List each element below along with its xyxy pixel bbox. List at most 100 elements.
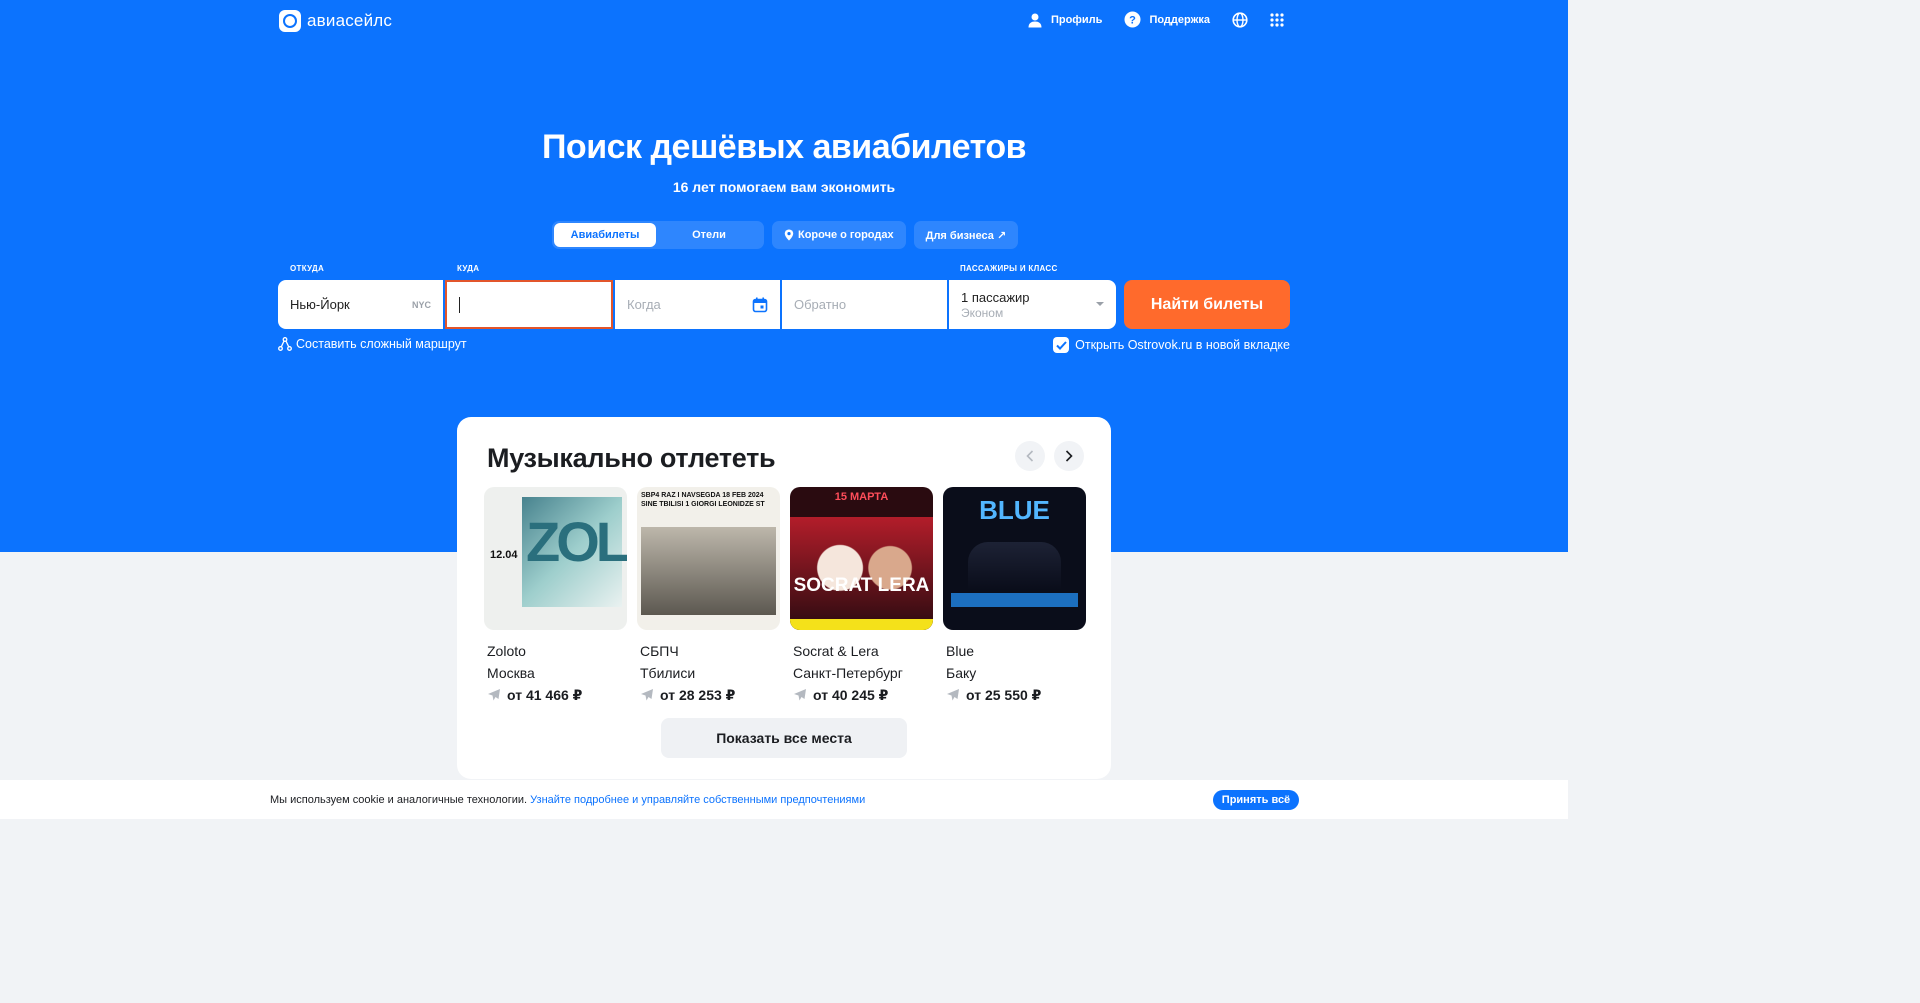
plane-icon: [641, 689, 653, 701]
events-title: Музыкально отлететь: [487, 443, 776, 473]
text-caret: [459, 296, 460, 313]
poster-photo: [641, 527, 776, 615]
help-icon: ?: [1124, 11, 1141, 28]
event-card[interactable]: 15 МАРТА SOCRAT LERA Socrat & Lera Санкт…: [790, 487, 933, 706]
return-date-field[interactable]: Обратно: [782, 280, 947, 329]
tab-business[interactable]: Для бизнеса ↗: [913, 221, 1019, 249]
to-field[interactable]: [445, 280, 613, 329]
departure-date-field[interactable]: Когда: [615, 280, 780, 329]
from-field[interactable]: Нью-Йорк NYC: [278, 280, 443, 329]
travel-class: Эконом: [961, 305, 1004, 320]
poster-photo: [968, 542, 1061, 590]
route-icon: [278, 337, 292, 351]
language-button[interactable]: [1232, 11, 1248, 28]
globe-icon: [1232, 11, 1248, 28]
from-label: ОТКУДА: [290, 264, 325, 273]
event-city: Санкт-Петербург: [793, 665, 903, 681]
plane-icon: [947, 689, 959, 701]
event-price: от 40 245 ₽: [790, 684, 933, 706]
poster-band: [790, 619, 933, 630]
event-city: Тбилиси: [640, 665, 696, 681]
carousel-prev-button[interactable]: [1015, 441, 1045, 471]
tab-cities[interactable]: Короче о городах: [772, 221, 906, 249]
passengers-select[interactable]: 1 пассажир Эконом: [949, 280, 1116, 329]
music-events-card: Музыкально отлететь ZOLOTO 12.04 Zoloto …: [457, 417, 1111, 779]
event-poster: 15 МАРТА SOCRAT LERA: [790, 487, 933, 630]
support-link[interactable]: ? Поддержка: [1124, 11, 1210, 28]
logo-text: авиасейлс: [307, 11, 393, 30]
poster-headline: ZOLOTO: [526, 510, 627, 573]
svg-text:?: ?: [1130, 15, 1137, 27]
ostrovok-toggle[interactable]: Открыть Ostrovok.ru в новой вкладке: [1053, 337, 1290, 353]
event-city: Баку: [946, 665, 977, 681]
from-code: NYC: [411, 299, 431, 310]
passengers-count: 1 пассажир: [961, 289, 1030, 305]
events-carousel: ZOLOTO 12.04 Zoloto Москва от 41 466 ₽ S…: [484, 487, 1086, 706]
page-title: Поиск дешёвых авиабилетов: [541, 128, 1027, 166]
ostrovok-label: Открыть Ostrovok.ru в новой вкладке: [1075, 338, 1290, 352]
search-form: Нью-Йорк NYC Когда Обратно 1 пассажир Эк…: [278, 280, 1116, 329]
departure-date-placeholder: Когда: [627, 297, 661, 312]
tab-hotels[interactable]: Отели: [656, 223, 762, 247]
apps-menu-button[interactable]: [1270, 12, 1284, 27]
cookie-text: Мы используем cookie и аналогичные техно…: [270, 794, 865, 806]
poster-date: 12.04: [490, 549, 518, 561]
poster-date: 15 МАРТА: [834, 491, 889, 503]
accept-cookies-button[interactable]: Принять всё: [1213, 790, 1299, 810]
search-button[interactable]: Найти билеты: [1124, 280, 1290, 329]
event-price-value: от 40 245 ₽: [813, 687, 889, 703]
event-price-value: от 25 550 ₽: [966, 687, 1042, 703]
tab-flights[interactable]: Авиабилеты: [554, 223, 656, 247]
event-name: Zoloto: [487, 643, 526, 659]
complex-route-link[interactable]: Составить сложный маршрут: [278, 337, 467, 351]
event-name: Blue: [946, 643, 975, 659]
user-icon: [1028, 13, 1042, 27]
carousel-next-button[interactable]: [1054, 441, 1084, 471]
chevron-right-icon: [1065, 450, 1073, 462]
profile-link[interactable]: Профиль: [1027, 12, 1102, 28]
cookie-banner: Мы используем cookie и аналогичные техно…: [0, 780, 1568, 819]
event-poster: SBP4 RAZ I NAVSEGDA 18 FEB 2024 SINE TBI…: [637, 487, 780, 630]
cookie-settings-link[interactable]: Узнайте подробнее и управляйте собственн…: [530, 794, 865, 806]
support-label: Поддержка: [1149, 13, 1210, 26]
pax-label: ПАССАЖИРЫ И КЛАСС: [960, 264, 1058, 273]
grid-icon: [1270, 12, 1284, 27]
chevron-left-icon: [1026, 450, 1034, 462]
event-price: от 28 253 ₽: [637, 684, 780, 706]
calendar-icon: [752, 297, 768, 312]
poster-headline: SOCRAT LERA: [793, 575, 930, 596]
tab-group: Авиабилеты Отели: [552, 221, 764, 249]
complex-route-label: Составить сложный маршрут: [296, 337, 467, 351]
checkmark-icon: [1055, 340, 1067, 350]
profile-label: Профиль: [1050, 13, 1103, 26]
plane-icon: [488, 689, 500, 701]
event-card[interactable]: ZOLOTO 12.04 Zoloto Москва от 41 466 ₽: [484, 487, 627, 706]
event-card[interactable]: SBP4 RAZ I NAVSEGDA 18 FEB 2024 SINE TBI…: [637, 487, 780, 706]
to-label: КУДА: [457, 264, 480, 273]
top-nav: Профиль ? Поддержка: [1027, 11, 1284, 28]
cookie-message: Мы используем cookie и аналогичные техно…: [270, 794, 531, 806]
show-all-button[interactable]: Показать все места: [661, 718, 907, 758]
logo-icon: [279, 10, 301, 32]
event-name: Socrat & Lera: [793, 643, 879, 659]
search-tabs: Авиабилеты Отели Короче о городах Для би…: [552, 221, 1019, 249]
poster-photo: [790, 517, 933, 630]
event-price: от 41 466 ₽: [484, 684, 627, 706]
event-poster: BLUE: [943, 487, 1086, 630]
event-price-value: от 41 466 ₽: [507, 687, 583, 703]
tab-cities-label: Короче о городах: [798, 229, 894, 241]
event-card[interactable]: BLUE Blue Баку от 25 550 ₽: [943, 487, 1086, 706]
from-value: Нью-Йорк: [290, 297, 350, 312]
poster-headline: SBP4 RAZ I NAVSEGDA 18 FEB 2024 SINE TBI…: [641, 492, 765, 508]
return-date-placeholder: Обратно: [794, 297, 847, 312]
logo[interactable]: авиасейлс: [279, 10, 392, 32]
plane-icon: [794, 689, 806, 701]
page-subtitle: 16 лет помогаем вам экономить: [672, 179, 896, 195]
poster-headline: BLUE: [979, 495, 1050, 525]
event-name: СБПЧ: [640, 643, 679, 659]
event-city: Москва: [487, 665, 535, 681]
ostrovok-checkbox[interactable]: [1053, 337, 1070, 353]
location-pin-icon: [784, 229, 794, 241]
event-price: от 25 550 ₽: [943, 684, 1086, 706]
event-poster: ZOLOTO 12.04: [484, 487, 627, 630]
